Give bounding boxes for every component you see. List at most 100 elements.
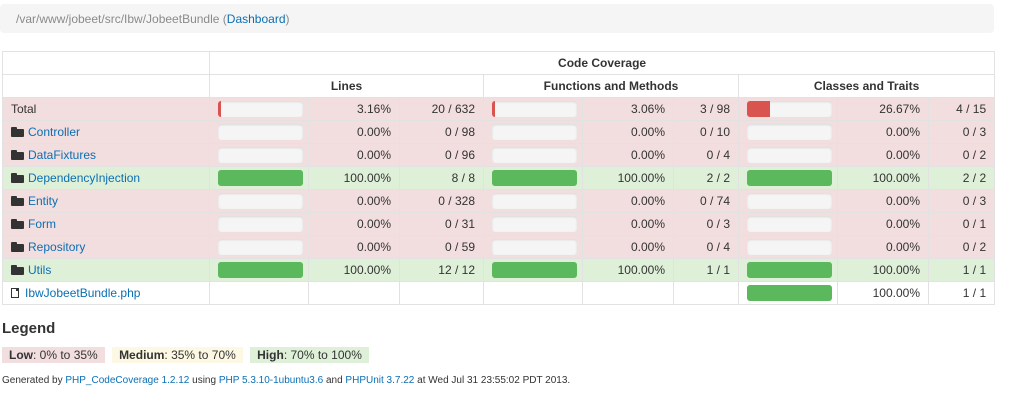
lines-percent: 100.00% — [308, 258, 400, 282]
classes-bar-cell — [738, 258, 838, 282]
row-name-cell: Controller — [2, 120, 210, 144]
progress-bar — [492, 193, 577, 209]
breadcrumb-path: /var/www/jobeet/src/Ibw/JobeetBundle — [16, 12, 220, 26]
functions-percent: 0.00% — [582, 120, 674, 144]
lines-bar-cell — [209, 97, 309, 121]
functions-ratio: 0 / 4 — [673, 143, 739, 167]
breadcrumb-close-paren: ) — [285, 12, 290, 26]
row-name-link[interactable]: Form — [28, 217, 56, 231]
lines-ratio: 0 / 328 — [399, 189, 484, 213]
classes-percent: 0.00% — [837, 212, 929, 236]
lines-percent: 0.00% — [308, 120, 400, 144]
footer-text-4: at Wed Jul 31 23:55:02 PDT 2013. — [414, 375, 571, 386]
phpunit-link[interactable]: PHPUnit 3.7.22 — [345, 375, 414, 386]
lines-ratio: 0 / 98 — [399, 120, 484, 144]
legend-low-label: Low — [9, 348, 33, 362]
progress-fill — [747, 285, 832, 301]
dashboard-link[interactable]: Dashboard — [227, 12, 286, 26]
folder-open-icon — [11, 150, 24, 160]
folder-open-icon — [11, 265, 24, 275]
coverage-table: Code Coverage Lines Functions and Method… — [2, 51, 996, 305]
functions-percent: 0.00% — [582, 143, 674, 167]
functions-bar-cell — [483, 258, 583, 282]
classes-bar-cell — [738, 97, 838, 121]
progress-bar — [747, 262, 832, 278]
table-row: Utils 100.00% 12 / 12 100.00% 1 / 1 100.00% 1 … — [2, 258, 996, 282]
functions-percent: 0.00% — [582, 235, 674, 259]
row-name-link[interactable]: Utils — [28, 263, 51, 277]
progress-fill — [218, 101, 221, 117]
classes-ratio: 0 / 3 — [927, 189, 996, 213]
progress-bar — [747, 101, 832, 117]
progress-bar — [218, 124, 303, 140]
legend-high-label: High — [257, 348, 284, 362]
coverage-table-body: Total 3.16% 20 / 632 3.06% 3 / 98 26.67% 4 / 1… — [2, 97, 996, 305]
table-row: IbwJobeetBundle.php 100.00% 1 / 1 — [2, 281, 996, 305]
folder-open-icon — [11, 219, 24, 229]
functions-ratio: 0 / 3 — [673, 212, 739, 236]
lines-bar-cell — [209, 120, 309, 144]
progress-bar — [492, 262, 577, 278]
row-name-cell: Utils — [2, 258, 210, 282]
classes-percent: 0.00% — [837, 143, 929, 167]
functions-percent: 100.00% — [582, 258, 674, 282]
progress-fill — [747, 101, 770, 117]
functions-bar-cell — [483, 97, 583, 121]
classes-ratio: 4 / 15 — [927, 97, 996, 121]
row-name-link[interactable]: Repository — [28, 240, 85, 254]
classes-bar-cell — [738, 189, 838, 213]
functions-percent: 0.00% — [582, 189, 674, 213]
row-name-cell: Repository — [2, 235, 210, 259]
classes-percent: 100.00% — [837, 281, 929, 305]
progress-bar — [218, 239, 303, 255]
functions-percent: 100.00% — [582, 166, 674, 190]
classes-percent: 0.00% — [837, 120, 929, 144]
footer-text-1: Generated by — [2, 375, 66, 386]
functions-ratio — [673, 281, 739, 305]
classes-ratio: 2 / 2 — [927, 166, 996, 190]
folder-open-icon — [11, 127, 24, 137]
functions-percent — [582, 281, 674, 305]
lines-bar-cell — [209, 235, 309, 259]
table-row: Controller 0.00% 0 / 98 0.00% 0 / 10 0.00% 0 /… — [2, 120, 996, 144]
legend-medium-label: Medium — [119, 348, 165, 362]
codecoverage-link[interactable]: PHP_CodeCoverage 1.2.12 — [65, 375, 189, 386]
row-name-link[interactable]: DependencyInjection — [28, 171, 140, 185]
functions-bar-cell — [483, 235, 583, 259]
legend-low-range: : 0% to 35% — [33, 348, 98, 362]
breadcrumb: /var/www/jobeet/src/Ibw/JobeetBundle (Da… — [0, 4, 994, 33]
classes-percent: 100.00% — [837, 258, 929, 282]
classes-percent: 26.67% — [837, 97, 929, 121]
progress-bar — [747, 124, 832, 140]
classes-ratio: 1 / 1 — [927, 281, 996, 305]
lines-ratio — [399, 281, 484, 305]
progress-bar — [492, 216, 577, 232]
table-row: DataFixtures 0.00% 0 / 96 0.00% 0 / 4 0.00% 0 … — [2, 143, 996, 167]
empty-subheader — [2, 74, 210, 98]
empty-header — [2, 51, 210, 75]
row-name-cell: DataFixtures — [2, 143, 210, 167]
progress-fill — [747, 262, 832, 278]
classes-percent: 0.00% — [837, 189, 929, 213]
lines-bar-cell — [209, 143, 309, 167]
php-link[interactable]: PHP 5.3.10-1ubuntu3.6 — [219, 375, 323, 386]
functions-bar-cell — [483, 212, 583, 236]
lines-percent: 0.00% — [308, 212, 400, 236]
classes-ratio: 1 / 1 — [927, 258, 996, 282]
row-name-cell: Entity — [2, 189, 210, 213]
row-name-link[interactable]: Entity — [28, 194, 58, 208]
file-icon — [11, 288, 19, 298]
row-name-link[interactable]: IbwJobeetBundle.php — [25, 286, 140, 300]
functions-bar-cell — [483, 143, 583, 167]
folder-open-icon — [11, 196, 24, 206]
lines-percent — [308, 281, 400, 305]
row-name-link[interactable]: DataFixtures — [28, 148, 96, 162]
functions-ratio: 0 / 4 — [673, 235, 739, 259]
row-name-cell: DependencyInjection — [2, 166, 210, 190]
progress-bar — [492, 101, 577, 117]
functions-percent: 3.06% — [582, 97, 674, 121]
legend-low: Low: 0% to 35% — [2, 347, 105, 363]
row-name-cell: IbwJobeetBundle.php — [2, 281, 210, 305]
lines-ratio: 0 / 31 — [399, 212, 484, 236]
row-name-link[interactable]: Controller — [28, 125, 80, 139]
